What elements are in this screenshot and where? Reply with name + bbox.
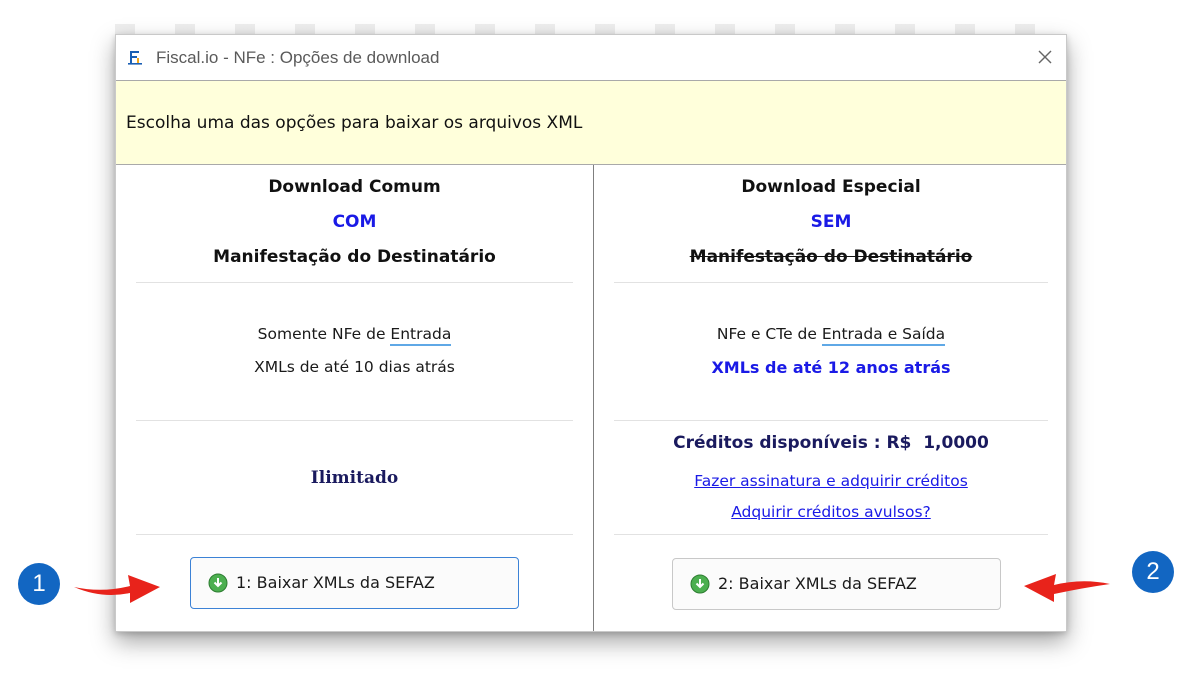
credits-balance: Créditos disponíveis : R$ 1,0000 bbox=[673, 433, 989, 453]
buy-single-credits-link[interactable]: Adquirir créditos avulsos? bbox=[731, 503, 931, 521]
title-bar: Fiscal.io - NFe : Opções de download bbox=[116, 35, 1066, 81]
subscribe-link-wrap: Fazer assinatura e adquirir créditos bbox=[594, 471, 1066, 490]
download-comum-panel: Download Comum COM Manifestação do Desti… bbox=[116, 165, 593, 631]
download-especial-button[interactable]: 2: Baixar XMLs da SEFAZ bbox=[672, 558, 1001, 610]
right-subtitle-struck: Manifestação do Destinatário bbox=[689, 247, 973, 267]
left-title: Download Comum bbox=[268, 177, 441, 197]
annotation-badge-2: 2 bbox=[1132, 551, 1174, 593]
left-scope-highlight: Entrada bbox=[390, 325, 452, 346]
left-period-text: XMLs de até 10 dias atrás bbox=[254, 358, 455, 376]
right-scope-highlight: Entrada e Saída bbox=[821, 325, 946, 346]
right-scope-text: NFe e CTe de Entrada e Saída bbox=[594, 325, 1066, 346]
right-mode: SEM bbox=[810, 212, 852, 232]
download-especial-button-label: 2: Baixar XMLs da SEFAZ bbox=[718, 574, 917, 593]
buy-credits-link-wrap: Adquirir créditos avulsos? bbox=[594, 502, 1066, 521]
subscribe-credits-link[interactable]: Fazer assinatura e adquirir créditos bbox=[694, 472, 968, 490]
download-comum-button-label: 1: Baixar XMLs da SEFAZ bbox=[236, 573, 435, 592]
right-scope-prefix: NFe e CTe de bbox=[716, 325, 822, 343]
right-separator-1 bbox=[614, 282, 1048, 283]
window-title: Fiscal.io - NFe : Opções de download bbox=[156, 48, 440, 67]
download-circle-icon bbox=[690, 574, 710, 594]
download-comum-button[interactable]: 1: Baixar XMLs da SEFAZ bbox=[190, 557, 519, 609]
left-separator-2 bbox=[136, 420, 573, 421]
left-separator-3 bbox=[136, 534, 573, 535]
left-limit-text: Ilimitado bbox=[310, 468, 399, 488]
right-separator-3 bbox=[614, 534, 1048, 535]
download-options-dialog: Fiscal.io - NFe : Opções de download Esc… bbox=[115, 34, 1067, 632]
right-separator-2 bbox=[614, 420, 1048, 421]
instruction-text: Escolha uma das opções para baixar os ar… bbox=[126, 113, 583, 133]
left-scope-text: Somente NFe de Entrada bbox=[116, 325, 593, 346]
screenshot-stage: Fiscal.io - NFe : Opções de download Esc… bbox=[0, 0, 1182, 698]
close-icon[interactable] bbox=[1034, 46, 1056, 68]
red-arrow-right-icon bbox=[74, 575, 160, 603]
red-arrow-left-icon bbox=[1024, 574, 1110, 602]
right-period-text: XMLs de até 12 anos atrás bbox=[711, 358, 951, 377]
instruction-banner: Escolha uma das opções para baixar os ar… bbox=[116, 81, 1066, 165]
left-separator-1 bbox=[136, 282, 573, 283]
right-title: Download Especial bbox=[741, 177, 921, 197]
annotation-badge-1: 1 bbox=[18, 563, 60, 605]
left-scope-prefix: Somente NFe de bbox=[257, 325, 391, 343]
fiscal-io-logo-icon bbox=[128, 51, 142, 65]
left-subtitle: Manifestação do Destinatário bbox=[213, 247, 496, 267]
download-especial-panel: Download Especial SEM Manifestação do De… bbox=[594, 165, 1066, 631]
download-circle-icon bbox=[208, 573, 228, 593]
left-mode: COM bbox=[332, 212, 377, 232]
